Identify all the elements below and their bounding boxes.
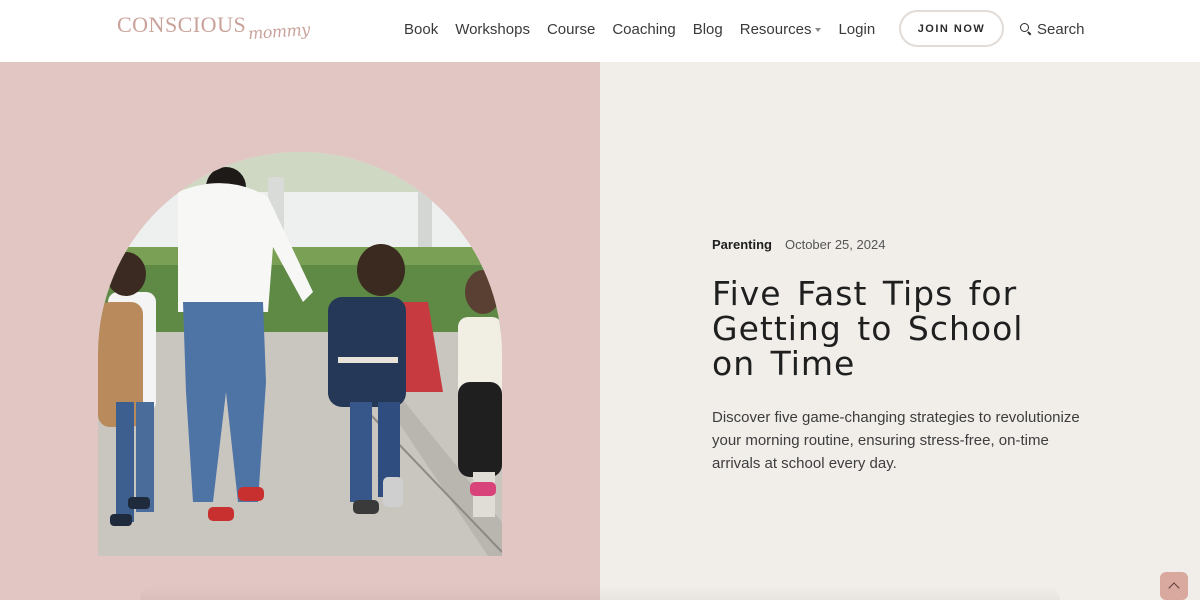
nav-item-resources-label: Resources [739, 20, 812, 38]
nav-item-coaching[interactable]: Coaching [612, 21, 675, 38]
logo-script: mommy [247, 19, 311, 44]
caret-down-icon [815, 27, 822, 32]
post-title[interactable]: Five Fast Tips for Getting to School on … [712, 276, 1082, 381]
scroll-to-top-button[interactable] [1160, 572, 1188, 600]
nav-item-login[interactable]: Login [838, 21, 875, 38]
post-meta: Parenting October 25, 2024 [712, 237, 885, 252]
nav-item-course[interactable]: Course [547, 21, 595, 38]
nav-item-workshops[interactable]: Workshops [455, 21, 530, 38]
site-logo[interactable]: CONSCIOUS mommy [117, 12, 310, 50]
chevron-up-icon [1168, 582, 1180, 594]
nav-item-blog[interactable]: Blog [693, 21, 723, 38]
join-now-button[interactable]: JOIN NOW [899, 10, 1004, 47]
main-nav: Book Workshops Course Coaching Blog Reso… [404, 18, 892, 40]
post-category[interactable]: Parenting [712, 237, 772, 252]
site-header: CONSCIOUS mommy Book Workshops Course Co… [0, 0, 1200, 62]
content-card-edge [140, 585, 1060, 600]
search-button[interactable]: Search [1020, 19, 1085, 39]
nav-item-book[interactable]: Book [404, 21, 438, 38]
post-excerpt: Discover five game-changing strategies t… [712, 409, 1080, 472]
featured-image[interactable] [98, 152, 502, 556]
logo-wordmark: CONSCIOUS [117, 12, 247, 37]
search-label: Search [1037, 20, 1085, 38]
post-date: October 25, 2024 [784, 237, 886, 252]
nav-item-resources[interactable]: Resources [740, 21, 822, 38]
search-icon [1020, 23, 1032, 36]
